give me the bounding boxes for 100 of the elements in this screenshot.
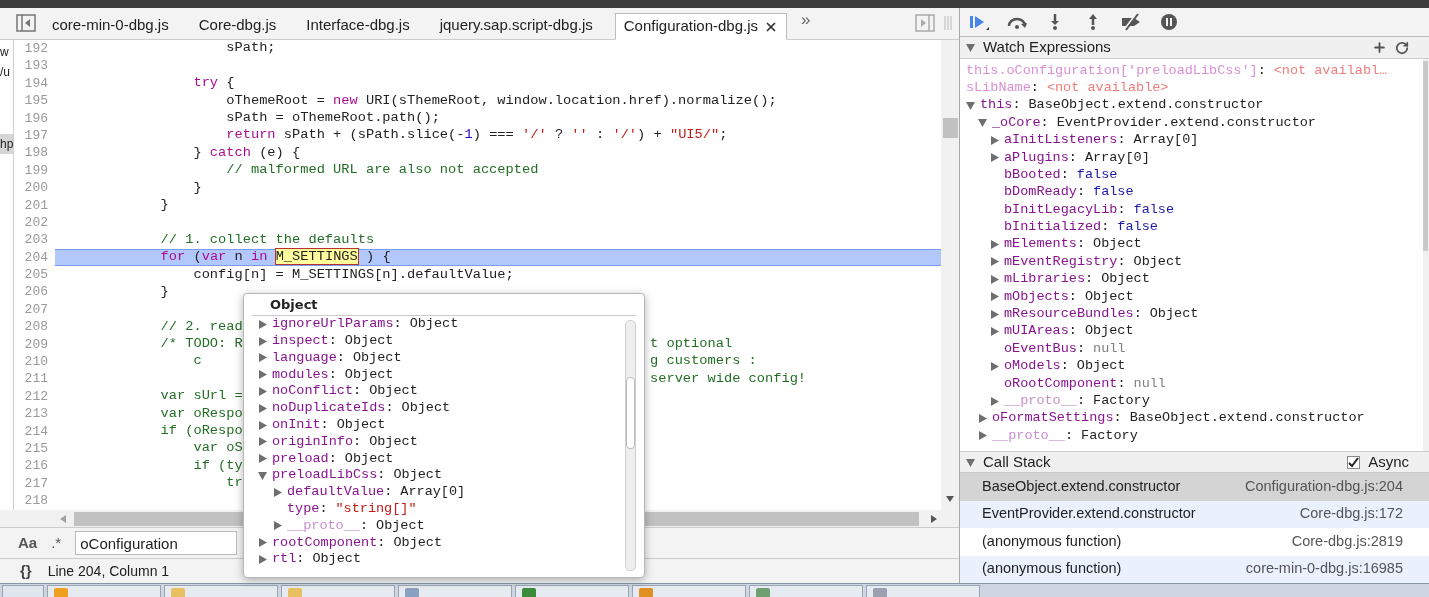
- code-text: sPath = oThemeRoot.path();: [226, 109, 440, 127]
- property-value: false: [1133, 200, 1175, 219]
- code-text: c: [193, 352, 202, 371]
- code-text: }: [193, 178, 202, 197]
- section-title: Watch Expressions: [983, 37, 1111, 58]
- code-text: for (var n in M_SETTINGS ) {: [160, 248, 391, 267]
- property-value: Array[0]: [400, 483, 466, 502]
- property-value: Array[0]: [1084, 148, 1150, 167]
- line-number: 198: [23, 144, 49, 162]
- property-value: Object: [1084, 322, 1134, 341]
- property-value: Object: [1101, 270, 1150, 289]
- line-number: 192: [23, 40, 49, 58]
- line-number: 208: [23, 318, 49, 336]
- line-number: 196: [23, 109, 49, 127]
- frame-location: Configuration-dbg.js:204: [1245, 476, 1403, 496]
- frame-function: (anonymous function): [982, 559, 1122, 579]
- line-number: 194: [23, 74, 49, 93]
- async-label: Async: [1368, 451, 1409, 472]
- section-title: Call Stack: [983, 451, 1051, 472]
- line-number: 217: [23, 474, 49, 493]
- property-value: Factory: [1093, 392, 1150, 410]
- code-text: // 2. read: [160, 317, 243, 336]
- code-text: config[n] = M_SETTINGS[n].defaultValue;: [193, 265, 514, 284]
- line-number: 195: [23, 92, 49, 110]
- property-value: Object: [409, 316, 459, 334]
- code-text: if (ty: [193, 456, 243, 475]
- line-number: 202: [23, 213, 49, 232]
- code-text: var sUrl =: [160, 387, 243, 406]
- code-text: // 1. collect the defaults: [160, 230, 375, 249]
- line-number: 200: [23, 179, 49, 197]
- property-value: Object: [376, 516, 425, 535]
- frame-function: EventProvider.extend.constructor: [982, 504, 1196, 524]
- code-text: tr: [226, 474, 243, 493]
- property-value: EventProvider.extend.constructor: [1056, 113, 1316, 132]
- code-text: return sPath + (sPath.slice(-1) === '/' ? '' : '/') + "UI5/";: [226, 126, 728, 145]
- property-value: Object: [312, 550, 362, 569]
- frame-location: core-min-0-dbg.js:16985: [1245, 559, 1403, 579]
- line-number: 199: [23, 161, 49, 180]
- popover-title: Object: [270, 295, 318, 314]
- property-value: <not available>: [1046, 78, 1169, 97]
- property-value: false: [1117, 218, 1158, 237]
- code-text: } catch (e) {: [193, 143, 301, 162]
- line-number: 197: [23, 126, 49, 145]
- line-number: 213: [23, 405, 49, 423]
- line-number: 216: [23, 457, 49, 475]
- code-text: t optional: [650, 335, 733, 354]
- line-number: 207: [23, 300, 49, 319]
- code-text: if (oRespo: [160, 422, 243, 440]
- property-value: Object: [369, 432, 418, 451]
- line-number: 205: [23, 266, 49, 284]
- code-text: }: [160, 195, 169, 214]
- property-value: Object: [1084, 287, 1134, 306]
- property-value: Object: [1133, 252, 1183, 271]
- property-value: Array[0]: [1133, 131, 1199, 150]
- code-text: g customers :: [650, 352, 757, 371]
- code-text: sPath;: [226, 40, 276, 58]
- line-number: 218: [23, 492, 49, 510]
- line-number: 206: [23, 283, 49, 301]
- property-value: Object: [401, 399, 451, 418]
- property-value: Object: [1093, 235, 1142, 254]
- property-value: Object: [336, 416, 386, 435]
- frame-function: BaseObject.extend.constructor: [982, 476, 1181, 496]
- code-text: // malformed URL are also not accepted: [226, 161, 539, 180]
- line-number: 215: [23, 440, 49, 458]
- code-text: }: [160, 282, 169, 301]
- property-value: null: [1093, 339, 1126, 358]
- property-value: "string[]": [335, 500, 417, 519]
- frame-function: (anonymous function): [982, 531, 1122, 551]
- cursor-position: Line 204, Column 1: [47, 561, 170, 581]
- property-value: null: [1133, 374, 1166, 393]
- code-text: try {: [193, 74, 235, 93]
- line-number: 204: [23, 248, 49, 267]
- line-number: 212: [23, 387, 49, 406]
- property-value: Object: [393, 533, 443, 552]
- line-number: 193: [23, 57, 49, 75]
- property-value: false: [1076, 165, 1118, 184]
- code-text: /* TODO: R: [160, 335, 243, 354]
- frame-location: Core-dbg.js:172: [1299, 504, 1403, 524]
- line-number: 209: [23, 335, 49, 354]
- property-value: Object: [344, 365, 394, 384]
- property-value: Object: [393, 466, 443, 485]
- line-number: 201: [23, 196, 49, 214]
- line-number: 211: [23, 370, 49, 388]
- line-number: 210: [23, 353, 49, 371]
- property-value: Factory: [1081, 426, 1138, 445]
- line-number: 203: [23, 231, 49, 249]
- property-value: false: [1093, 183, 1134, 202]
- code-text: var oS: [193, 439, 243, 458]
- property-value: BaseObject.extend.constructor: [1129, 409, 1365, 428]
- property-value: Object: [1149, 305, 1199, 324]
- property-value: Object: [352, 348, 402, 367]
- property-value: BaseObject.extend.constructor: [1028, 96, 1264, 115]
- property-value: Object: [344, 332, 394, 351]
- property-value: Object: [344, 449, 394, 468]
- property-value: <not availabl…: [1273, 61, 1388, 80]
- property-value: Object: [369, 382, 418, 401]
- line-number: 214: [23, 422, 49, 440]
- frame-location: Core-dbg.js:2819: [1291, 531, 1403, 551]
- code-text: oThemeRoot = new URI(sThemeRoot, window.location.href).normalize();: [226, 91, 777, 110]
- property-value: Object: [1076, 357, 1126, 376]
